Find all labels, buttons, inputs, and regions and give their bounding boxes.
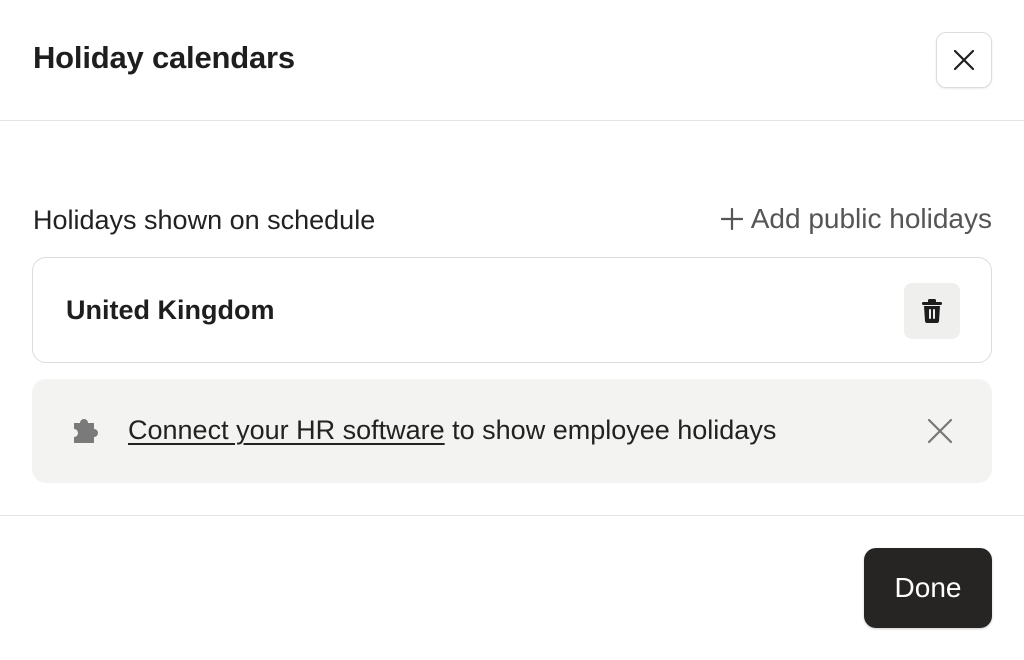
close-dialog-button[interactable]	[936, 32, 992, 88]
section-label: Holidays shown on schedule	[33, 205, 376, 235]
hr-integration-banner: Connect your HR software to show employe…	[32, 379, 992, 483]
holiday-calendar-name: United Kingdom	[66, 295, 275, 325]
puzzle-icon	[74, 419, 98, 443]
footer-divider	[0, 515, 1024, 516]
hr-banner-rest-text: to show employee holidays	[444, 415, 777, 445]
close-icon	[953, 49, 975, 71]
trash-icon	[922, 299, 942, 323]
connect-hr-software-link[interactable]: Connect your HR software	[128, 415, 445, 445]
add-public-holidays-button[interactable]: Add public holidays	[720, 203, 992, 235]
hr-banner-text: Connect your HR software to show employe…	[128, 415, 776, 446]
plus-icon	[720, 208, 743, 230]
add-public-holidays-label: Add public holidays	[750, 203, 992, 234]
holiday-calendar-item: United Kingdom	[32, 257, 992, 363]
close-icon	[927, 418, 953, 444]
holiday-calendars-dialog: Holiday calendars Holidays shown on sche…	[0, 0, 1024, 660]
dialog-title: Holiday calendars	[33, 40, 295, 75]
dismiss-banner-button[interactable]	[920, 411, 960, 451]
delete-calendar-button[interactable]	[904, 283, 960, 339]
done-button[interactable]: Done	[864, 548, 992, 628]
dialog-header: Holiday calendars	[0, 0, 1024, 121]
